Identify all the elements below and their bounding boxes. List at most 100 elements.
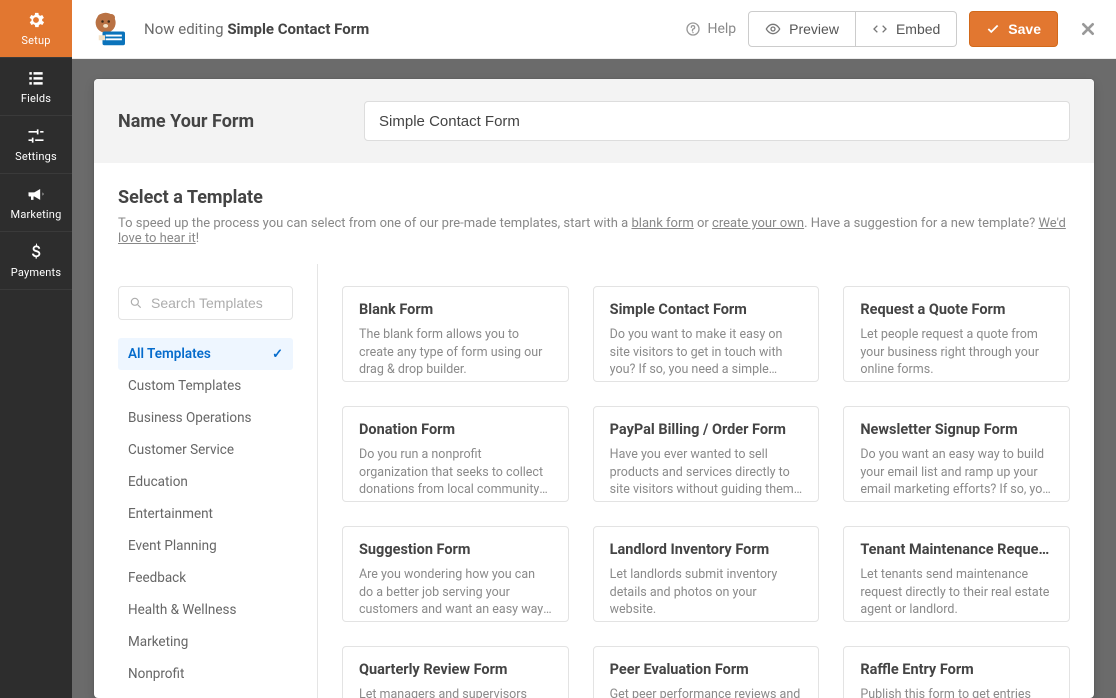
template-card-tenant-maintenance[interactable]: Tenant Maintenance Request Form Let tena… — [843, 526, 1070, 622]
help-label: Help — [707, 21, 736, 37]
category-label: Health & Wellness — [128, 602, 236, 618]
template-title: PayPal Billing / Order Form — [610, 421, 803, 438]
template-title: Tenant Maintenance Request Form — [860, 541, 1053, 558]
preview-label: Preview — [789, 21, 839, 37]
template-search-input[interactable] — [151, 295, 282, 311]
list-icon — [26, 68, 46, 88]
category-event-planning[interactable]: Event Planning — [118, 530, 293, 562]
template-card-simple-contact[interactable]: Simple Contact Form Do you want to make … — [593, 286, 820, 382]
editing-label: Now editing Simple Contact Form — [144, 20, 671, 38]
name-form-label: Name Your Form — [118, 111, 254, 132]
category-entertainment[interactable]: Entertainment — [118, 498, 293, 530]
template-card-newsletter-signup[interactable]: Newsletter Signup Form Do you want an ea… — [843, 406, 1070, 502]
form-name-input[interactable] — [364, 101, 1070, 141]
template-desc: Do you want an easy way to build your em… — [860, 446, 1053, 499]
template-desc: Let managers and supervisors submit — [359, 686, 552, 698]
category-nonprofit[interactable]: Nonprofit — [118, 658, 293, 690]
template-title: Request a Quote Form — [860, 301, 1053, 318]
template-title: Newsletter Signup Form — [860, 421, 1053, 438]
close-button[interactable] — [1078, 21, 1098, 37]
check-icon: ✓ — [272, 347, 283, 362]
template-card-raffle-entry[interactable]: Raffle Entry Form Publish this form to g… — [843, 646, 1070, 698]
template-card-quarterly-review[interactable]: Quarterly Review Form Let managers and s… — [342, 646, 569, 698]
help-link[interactable]: Help — [685, 21, 736, 37]
preview-button[interactable]: Preview — [748, 11, 856, 47]
template-desc: Let people request a quote from your bus… — [860, 326, 1053, 379]
topbar: Now editing Simple Contact Form Help — [72, 0, 1116, 59]
dollar-icon — [26, 242, 46, 262]
category-label: Nonprofit — [128, 666, 184, 682]
category-business-operations[interactable]: Business Operations — [118, 402, 293, 434]
nav-fields[interactable]: Fields — [0, 58, 72, 116]
category-label: Custom Templates — [128, 378, 241, 394]
sliders-icon — [26, 126, 46, 146]
category-label: Education — [128, 474, 188, 490]
template-desc: The blank form allows you to create any … — [359, 326, 552, 379]
nav-settings[interactable]: Settings — [0, 116, 72, 174]
template-card-suggestion[interactable]: Suggestion Form Are you wondering how yo… — [342, 526, 569, 622]
embed-button[interactable]: Embed — [856, 11, 957, 47]
editing-prefix: Now editing — [144, 20, 224, 38]
embed-label: Embed — [896, 21, 940, 37]
help-icon — [685, 21, 701, 37]
template-search[interactable] — [118, 286, 293, 320]
category-marketing[interactable]: Marketing — [118, 626, 293, 658]
category-custom-templates[interactable]: Custom Templates — [118, 370, 293, 402]
search-icon — [129, 296, 143, 310]
template-desc: Publish this form to get entries and — [860, 686, 1053, 698]
category-health-wellness[interactable]: Health & Wellness — [118, 594, 293, 626]
template-card-request-quote[interactable]: Request a Quote Form Let people request … — [843, 286, 1070, 382]
bullhorn-icon — [26, 184, 46, 204]
nav-payments[interactable]: Payments — [0, 232, 72, 290]
nav-label: Settings — [15, 150, 57, 163]
nav-label: Fields — [21, 92, 51, 105]
template-desc: Have you ever wanted to sell products an… — [610, 446, 803, 499]
check-icon — [986, 22, 1000, 36]
select-template-title: Select a Template — [118, 187, 1070, 208]
category-label: Feedback — [128, 570, 186, 586]
template-grid: Blank Form The blank form allows you to … — [342, 264, 1070, 698]
template-title: Suggestion Form — [359, 541, 552, 558]
category-label: Marketing — [128, 634, 188, 650]
template-title: Landlord Inventory Form — [610, 541, 803, 558]
template-card-landlord-inventory[interactable]: Landlord Inventory Form Let landlords su… — [593, 526, 820, 622]
save-button[interactable]: Save — [969, 11, 1058, 47]
nav-label: Setup — [21, 34, 50, 47]
category-customer-service[interactable]: Customer Service — [118, 434, 293, 466]
category-label: Business Operations — [128, 410, 252, 426]
template-title: Peer Evaluation Form — [610, 661, 803, 678]
category-registrations[interactable]: Registrations — [118, 690, 293, 698]
template-card-donation[interactable]: Donation Form Do you run a nonprofit org… — [342, 406, 569, 502]
select-template-desc: To speed up the process you can select f… — [118, 216, 1070, 246]
template-title: Donation Form — [359, 421, 552, 438]
category-label: Event Planning — [128, 538, 217, 554]
template-desc: Let landlords submit inventory details a… — [610, 566, 803, 619]
category-label: Entertainment — [128, 506, 213, 522]
category-education[interactable]: Education — [118, 466, 293, 498]
eye-icon — [765, 21, 781, 37]
category-all-templates[interactable]: All Templates ✓ — [118, 338, 293, 370]
category-label: Customer Service — [128, 442, 234, 458]
blank-form-link[interactable]: blank form — [631, 216, 693, 231]
nav-setup[interactable]: Setup — [0, 0, 72, 58]
gear-icon — [26, 10, 46, 30]
template-card-blank-form[interactable]: Blank Form The blank form allows you to … — [342, 286, 569, 382]
nav-marketing[interactable]: Marketing — [0, 174, 72, 232]
nav-label: Payments — [11, 266, 61, 279]
name-your-form-row: Name Your Form — [94, 79, 1094, 163]
template-title: Simple Contact Form — [610, 301, 803, 318]
category-label: All Templates — [128, 346, 211, 362]
template-desc: Do you want to make it easy on site visi… — [610, 326, 803, 379]
template-desc: Let tenants send maintenance request dir… — [860, 566, 1053, 619]
left-nav: Setup Fields Settings Marketing Payments — [0, 0, 72, 698]
category-feedback[interactable]: Feedback — [118, 562, 293, 594]
template-card-paypal-billing[interactable]: PayPal Billing / Order Form Have you eve… — [593, 406, 820, 502]
create-own-link[interactable]: create your own — [712, 216, 804, 231]
nav-label: Marketing — [11, 208, 62, 221]
template-categories: All Templates ✓ Custom Templates Busines… — [118, 264, 318, 698]
editing-form-name: Simple Contact Form — [227, 20, 369, 38]
template-card-peer-evaluation[interactable]: Peer Evaluation Form Get peer performanc… — [593, 646, 820, 698]
save-label: Save — [1008, 21, 1041, 37]
template-desc: Get peer performance reviews and — [610, 686, 803, 698]
code-icon — [872, 21, 888, 37]
